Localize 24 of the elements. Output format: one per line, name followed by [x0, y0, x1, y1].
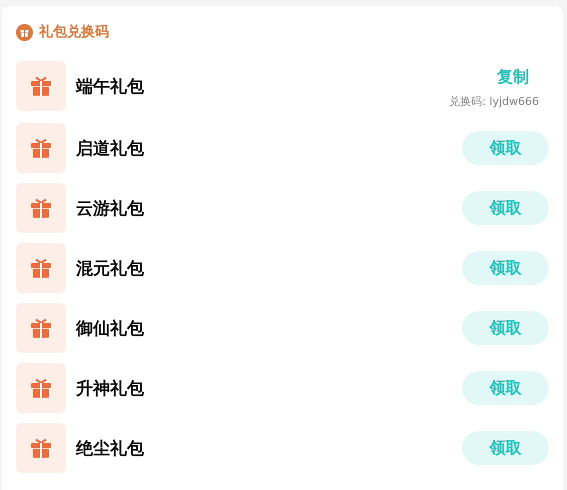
gift-name: 启道礼包	[76, 138, 145, 160]
gift-icon	[29, 196, 53, 220]
claim-button[interactable]: 领取	[462, 371, 549, 405]
redeem-code: 兑换码: lyjdw666	[449, 94, 539, 109]
gift-icon	[29, 376, 53, 400]
gift-icon	[16, 24, 33, 40]
claim-button[interactable]: 领取	[462, 131, 549, 165]
gift-name: 混元礼包	[76, 258, 145, 280]
gift-name: 端午礼包	[76, 76, 145, 98]
section-title: 礼包兑换码	[39, 23, 109, 41]
gift-icon	[29, 256, 53, 280]
copy-button[interactable]: 复制	[497, 67, 529, 88]
claim-button[interactable]: 领取	[462, 431, 549, 465]
claim-button[interactable]: 领取	[462, 311, 549, 345]
gift-icon	[29, 436, 53, 460]
gift-name: 升神礼包	[76, 378, 145, 400]
gift-icon	[29, 74, 53, 98]
claim-button[interactable]: 领取	[462, 191, 549, 225]
gift-name: 绝尘礼包	[76, 438, 145, 460]
gift-name: 御仙礼包	[76, 318, 145, 340]
claim-button[interactable]: 领取	[462, 251, 549, 285]
gift-name: 云游礼包	[76, 198, 145, 220]
gift-icon	[29, 136, 53, 160]
gift-icon	[29, 316, 53, 340]
